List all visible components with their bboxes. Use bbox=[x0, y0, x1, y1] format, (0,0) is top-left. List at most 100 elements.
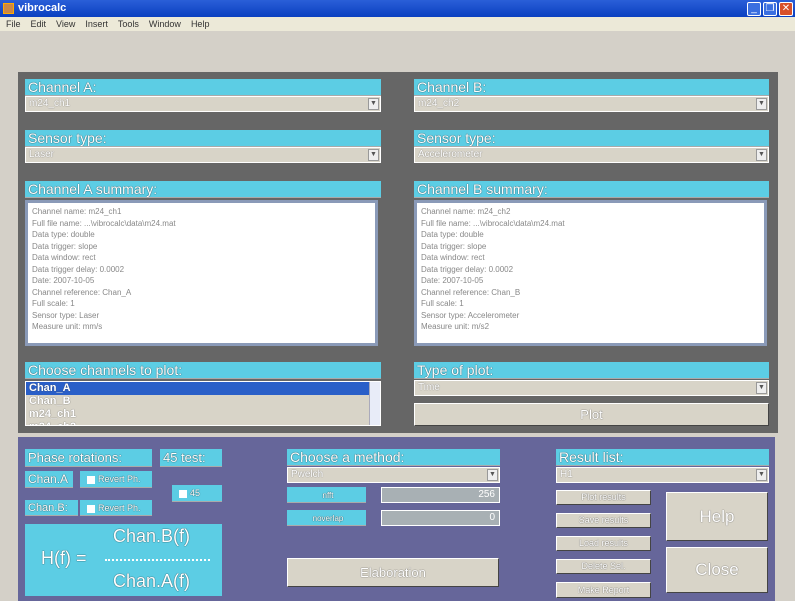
45-test-checkbox[interactable]: 45 bbox=[172, 485, 222, 502]
method-label: Choose a method: bbox=[287, 449, 500, 466]
save-results-button[interactable]: Save results bbox=[556, 513, 651, 528]
chevron-down-icon: ▼ bbox=[756, 382, 767, 394]
sensor-a-value: Laser bbox=[29, 149, 55, 160]
summary-line: Measure unit: m/s2 bbox=[421, 322, 490, 331]
summary-line: Data trigger delay: 0.0002 bbox=[32, 264, 125, 274]
channel-a-label: Channel A: bbox=[25, 79, 381, 96]
menu-insert[interactable]: Insert bbox=[85, 17, 108, 31]
plot-type-label: Type of plot: bbox=[414, 362, 769, 379]
channel-b-dropdown[interactable]: m24_ch2 ▼ bbox=[414, 96, 769, 112]
scrollbar[interactable] bbox=[369, 382, 380, 425]
summary-line: Data trigger delay: 0.0002 bbox=[421, 264, 514, 274]
sensor-a-label: Sensor type: bbox=[25, 130, 381, 147]
summary-line: Data trigger: slope bbox=[421, 241, 487, 251]
help-button[interactable]: Help bbox=[666, 492, 768, 541]
summary-line: Date: 2007-10-05 bbox=[421, 276, 484, 285]
minimize-button[interactable]: _ bbox=[747, 2, 761, 16]
nfft-label: nfft bbox=[287, 487, 366, 503]
checkbox-icon[interactable] bbox=[179, 489, 187, 498]
summary-a-textbox[interactable]: Channel name: m24_ch1 Full file name: ...… bbox=[25, 200, 378, 346]
checkbox-icon[interactable] bbox=[87, 475, 95, 484]
make-report-button[interactable]: Make Report bbox=[556, 582, 651, 598]
menu-edit[interactable]: Edit bbox=[31, 17, 47, 31]
sensor-a-dropdown[interactable]: Laser ▼ bbox=[25, 147, 381, 163]
revert-a-text: Revert Ph. bbox=[98, 474, 141, 484]
chevron-down-icon: ▼ bbox=[756, 98, 767, 110]
method-value: Pwelch bbox=[291, 469, 324, 480]
result-list-dropdown[interactable]: H1 ▼ bbox=[556, 467, 769, 483]
sensor-b-label: Sensor type: bbox=[414, 130, 769, 147]
plot-type-dropdown[interactable]: Time ▼ bbox=[414, 380, 769, 396]
plot-channels-label: Choose channels to plot: bbox=[25, 362, 381, 379]
chan-a-label: Chan.A bbox=[25, 471, 73, 488]
menu-file[interactable]: File bbox=[6, 17, 21, 31]
fraction-line bbox=[105, 559, 210, 561]
method-dropdown[interactable]: Pwelch ▼ bbox=[287, 467, 500, 483]
summary-line: Full scale: 1 bbox=[32, 299, 75, 308]
summary-line: Data type: double bbox=[421, 230, 484, 239]
list-item[interactable]: m24_ch1 bbox=[26, 408, 380, 421]
chevron-down-icon: ▼ bbox=[368, 149, 379, 161]
summary-line: Channel reference: Chan_A bbox=[32, 287, 132, 297]
summary-line: Full file name: ...\vibrocalc\data\m24.m… bbox=[32, 218, 176, 228]
summary-line: Channel name: m24_ch1 bbox=[32, 207, 122, 216]
summary-line: Channel reference: Chan_B bbox=[421, 287, 521, 297]
channel-a-value: m24_ch1 bbox=[29, 98, 71, 109]
summary-line: Sensor type: Accelerometer bbox=[421, 310, 520, 320]
phase-rotations-label: Phase rotations: bbox=[25, 449, 152, 467]
checkbox-icon[interactable] bbox=[87, 504, 95, 513]
plot-results-button[interactable]: Plot results bbox=[556, 490, 651, 505]
plot-button[interactable]: Plot bbox=[414, 403, 769, 426]
plot-type-value: Time bbox=[418, 382, 440, 393]
menu-help[interactable]: Help bbox=[191, 17, 210, 31]
summary-b-label: Channel B summary: bbox=[414, 181, 769, 198]
menu-bar: File Edit View Insert Tools Window Help bbox=[0, 17, 795, 31]
summary-line: Full scale: 1 bbox=[421, 299, 464, 308]
nfft-input[interactable]: 256 bbox=[381, 487, 500, 503]
close-button[interactable]: Close bbox=[666, 547, 768, 593]
revert-phase-b-checkbox[interactable]: Revert Ph. bbox=[80, 500, 152, 516]
summary-line: Date: 2007-10-05 bbox=[32, 276, 95, 285]
chevron-down-icon: ▼ bbox=[756, 469, 767, 481]
summary-a-label: Channel A summary: bbox=[25, 181, 381, 198]
title-bar: vibrocalc bbox=[0, 0, 795, 17]
chan-b-label: Chan.B: bbox=[25, 500, 78, 516]
summary-line: Data type: double bbox=[32, 230, 95, 239]
maximize-button[interactable]: ❐ bbox=[763, 2, 777, 16]
chevron-down-icon: ▼ bbox=[487, 469, 498, 481]
sensor-b-dropdown[interactable]: Accelerometer ▼ bbox=[414, 147, 769, 163]
sensor-b-value: Accelerometer bbox=[418, 149, 483, 160]
close-window-button[interactable]: ✕ bbox=[779, 2, 793, 16]
noverlap-input[interactable]: 0 bbox=[381, 510, 500, 526]
noverlap-label: noverlap bbox=[287, 510, 366, 526]
formula-numerator: Chan.B(f) bbox=[113, 526, 191, 546]
list-item[interactable]: Chan_A bbox=[26, 382, 380, 395]
load-results-button[interactable]: Load results bbox=[556, 536, 651, 551]
window-title: vibrocalc bbox=[18, 2, 67, 14]
summary-line: Sensor type: Laser bbox=[32, 310, 100, 320]
list-item[interactable]: Chan_B bbox=[26, 395, 380, 408]
list-item[interactable]: m24_ch2 bbox=[26, 421, 380, 425]
plot-channels-listbox[interactable]: Chan_A Chan_B m24_ch1 m24_ch2 bbox=[25, 381, 381, 426]
delete-selected-button[interactable]: Delete Sel. bbox=[556, 559, 651, 574]
elaboration-button[interactable]: Elaboration bbox=[287, 558, 499, 587]
transfer-function-formula: Chan.B(f) H(f) = Chan.A(f) bbox=[25, 524, 222, 596]
45-test-label: 45 test: bbox=[160, 449, 222, 467]
summary-line: Measure unit: mm/s bbox=[32, 322, 103, 331]
app-icon bbox=[3, 3, 14, 14]
45-text: 45 bbox=[190, 488, 201, 498]
summary-line: Data window: rect bbox=[421, 253, 485, 262]
menu-window[interactable]: Window bbox=[149, 17, 181, 31]
menu-view[interactable]: View bbox=[56, 17, 75, 31]
summary-b-textbox[interactable]: Channel name: m24_ch2 Full file name: ...… bbox=[414, 200, 767, 346]
result-value: H1 bbox=[560, 469, 573, 480]
channel-b-value: m24_ch2 bbox=[418, 98, 460, 109]
menu-tools[interactable]: Tools bbox=[118, 17, 139, 31]
channel-b-label: Channel B: bbox=[414, 79, 769, 96]
revert-b-text: Revert Ph. bbox=[98, 503, 141, 513]
summary-line: Data trigger: slope bbox=[32, 241, 98, 251]
summary-line: Full file name: ...\vibrocalc\data\m24.m… bbox=[421, 218, 565, 228]
revert-phase-a-checkbox[interactable]: Revert Ph. bbox=[80, 471, 152, 488]
chevron-down-icon: ▼ bbox=[368, 98, 379, 110]
channel-a-dropdown[interactable]: m24_ch1 ▼ bbox=[25, 96, 381, 112]
